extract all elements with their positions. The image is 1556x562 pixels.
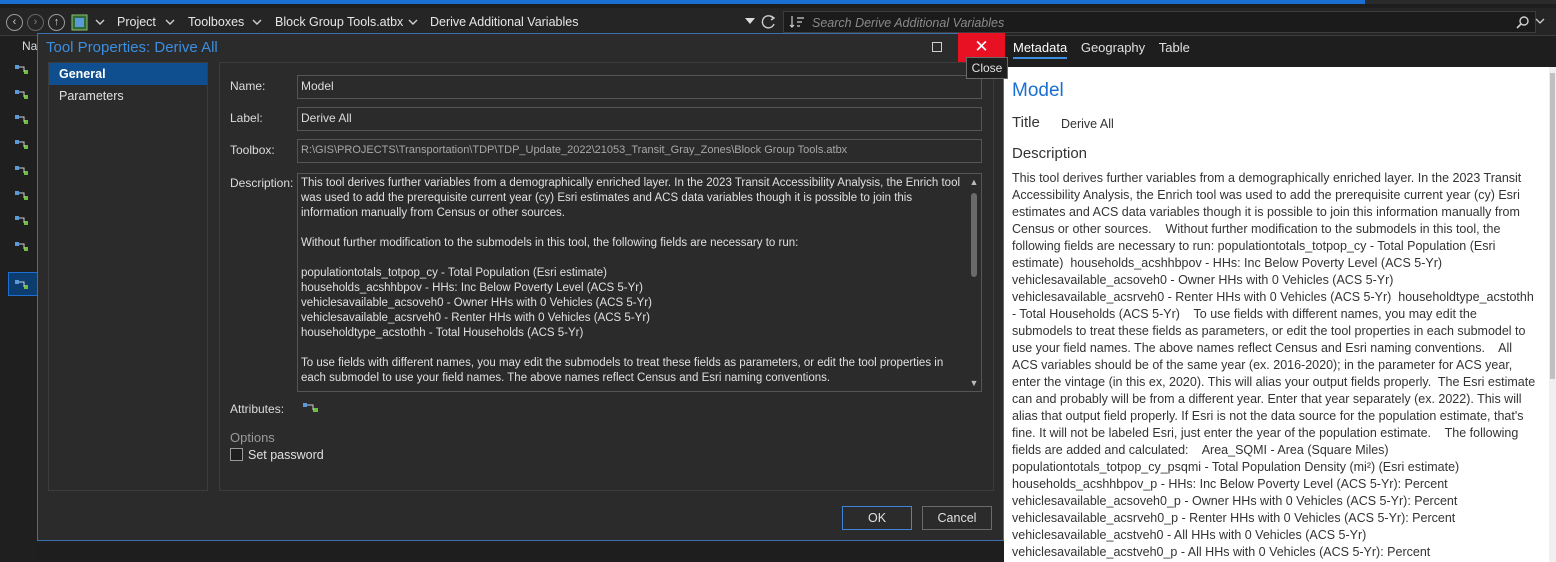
- model-icon[interactable]: [14, 239, 32, 253]
- metadata-scrollbar[interactable]: [1549, 67, 1556, 562]
- model-icon[interactable]: [14, 277, 32, 291]
- search-icon[interactable]: [1516, 16, 1530, 30]
- chevron-down-icon[interactable]: [164, 17, 176, 27]
- tab-table[interactable]: Table: [1159, 40, 1190, 57]
- model-icon[interactable]: [14, 62, 32, 76]
- set-password-checkbox[interactable]: [230, 448, 243, 461]
- forward-icon[interactable]: ›: [27, 14, 44, 31]
- options-heading: Options: [230, 430, 275, 445]
- metadata-heading: Model: [1012, 80, 1064, 101]
- general-page: Name: Model Label: Derive All Toolbox: R…: [219, 62, 994, 491]
- nav-general[interactable]: General: [49, 63, 207, 85]
- description-scrollbar[interactable]: ▲ ▼: [967, 175, 980, 390]
- breadcrumb-project[interactable]: Project: [117, 15, 156, 29]
- arcgis-pro-window: { "navbar": { "crumbs": ["Project", "Too…: [0, 0, 1556, 562]
- metadata-panel: Metadata Geography Table Model Title Der…: [1004, 36, 1556, 562]
- attributes-label: Attributes:: [230, 402, 285, 416]
- chevron-down-icon[interactable]: [94, 17, 106, 27]
- toolbox-path-field: R:\GIS\PROJECTS\Transportation\TDP\TDP_U…: [297, 139, 982, 163]
- back-icon[interactable]: ‹: [6, 14, 23, 31]
- description-text[interactable]: This tool derives further variables from…: [301, 176, 961, 386]
- catalog-pane: Na: [0, 36, 38, 562]
- pane-header-partial: Na: [22, 39, 38, 53]
- toolbox-label: Toolbox:: [230, 143, 275, 157]
- chevron-down-icon[interactable]: [407, 17, 419, 27]
- ok-button[interactable]: OK: [842, 506, 912, 530]
- label-label: Label:: [230, 111, 263, 125]
- search-placeholder: Search Derive Additional Variables: [812, 16, 1005, 30]
- ribbon-edge: [0, 0, 1556, 4]
- name-label: Name:: [230, 79, 266, 93]
- metadata-title-value: Derive All: [1061, 117, 1114, 131]
- description-textarea[interactable]: This tool derives further variables from…: [297, 173, 982, 392]
- tab-geography[interactable]: Geography: [1081, 40, 1145, 57]
- tool-properties-dialog: Tool Properties: Derive All ✕ General Pa…: [37, 33, 1005, 541]
- scroll-thumb[interactable]: [971, 193, 977, 277]
- metadata-description-label: Description: [1012, 145, 1088, 162]
- label-field[interactable]: Derive All: [297, 107, 982, 131]
- metadata-tabs: Metadata Geography Table: [1013, 40, 1200, 59]
- cancel-button[interactable]: Cancel: [922, 506, 992, 530]
- model-icon[interactable]: [14, 137, 32, 151]
- breadcrumb-toolboxes[interactable]: Toolboxes: [188, 15, 244, 29]
- metadata-view: Model Title Derive All Description This …: [1004, 67, 1549, 562]
- close-tooltip: Close: [966, 57, 1008, 79]
- metadata-title-label: Title: [1012, 114, 1040, 131]
- up-icon[interactable]: ↑: [48, 14, 65, 31]
- scroll-up-icon[interactable]: ▲: [969, 177, 979, 187]
- tab-metadata[interactable]: Metadata: [1013, 40, 1068, 59]
- project-catalog-icon[interactable]: [71, 14, 89, 31]
- set-password-label[interactable]: Set password: [248, 448, 324, 462]
- dropdown-arrow-icon[interactable]: [745, 18, 755, 26]
- model-icon[interactable]: [14, 213, 32, 227]
- model-icon[interactable]: [14, 163, 32, 177]
- dialog-title: Tool Properties: Derive All: [46, 39, 218, 56]
- sort-icon[interactable]: [789, 15, 805, 29]
- properties-nav: General Parameters: [48, 62, 208, 491]
- model-icon[interactable]: [14, 188, 32, 202]
- name-field[interactable]: Model: [297, 75, 982, 99]
- metadata-description-text: This tool derives further variables from…: [1012, 171, 1539, 559]
- model-icon[interactable]: [14, 87, 32, 101]
- description-label: Description:: [230, 176, 294, 190]
- catalog-search-box[interactable]: Search Derive Additional Variables: [783, 11, 1545, 33]
- model-attribute-icon[interactable]: [302, 401, 320, 415]
- scroll-thumb[interactable]: [1550, 73, 1555, 379]
- chevron-down-icon[interactable]: [251, 17, 263, 27]
- chevron-down-icon[interactable]: [1535, 18, 1545, 26]
- nav-parameters[interactable]: Parameters: [49, 85, 207, 107]
- maximize-button[interactable]: [932, 42, 942, 52]
- model-icon[interactable]: [14, 112, 32, 126]
- refresh-icon[interactable]: [761, 14, 777, 30]
- breadcrumb-toolbox[interactable]: Block Group Tools.atbx: [275, 15, 403, 29]
- breadcrumb-toolset[interactable]: Derive Additional Variables: [430, 15, 578, 29]
- scroll-down-icon[interactable]: ▼: [969, 378, 979, 388]
